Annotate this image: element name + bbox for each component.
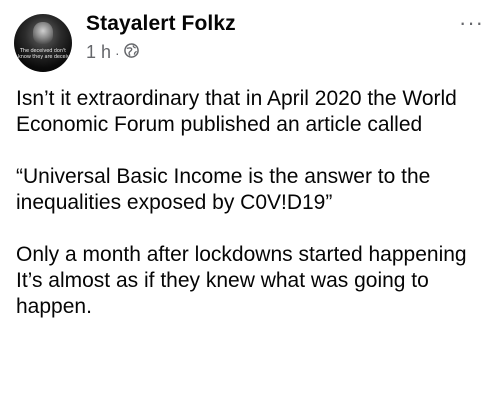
avatar-face-graphic (33, 22, 53, 44)
post-body: Isn’t it extraordinary that in April 202… (16, 86, 484, 320)
post-paragraph-4: It’s almost as if they knew what was goi… (16, 269, 429, 318)
post-header: The deceived don't know they are deceive… (14, 10, 486, 72)
avatar-caption: The deceived don't know they are deceive… (18, 48, 72, 60)
avatar-caption-line2: know they are deceived (18, 54, 72, 60)
post-meta: 1 h · (86, 42, 139, 63)
post-paragraph-3: Only a month after lockdowns started hap… (16, 243, 467, 266)
avatar[interactable]: The deceived don't know they are deceive… (14, 14, 72, 72)
facebook-post: The deceived don't know they are deceive… (0, 0, 500, 406)
timestamp[interactable]: 1 h (86, 42, 111, 63)
more-options-icon[interactable]: ··· (459, 10, 484, 36)
post-paragraph-1: Isn’t it extraordinary that in April 202… (16, 87, 457, 136)
post-paragraph-2: “Universal Basic Income is the answer to… (16, 165, 431, 214)
globe-icon[interactable] (123, 42, 139, 63)
meta-separator: · (115, 44, 120, 61)
author-name[interactable]: Stayalert Folkz (86, 12, 236, 36)
